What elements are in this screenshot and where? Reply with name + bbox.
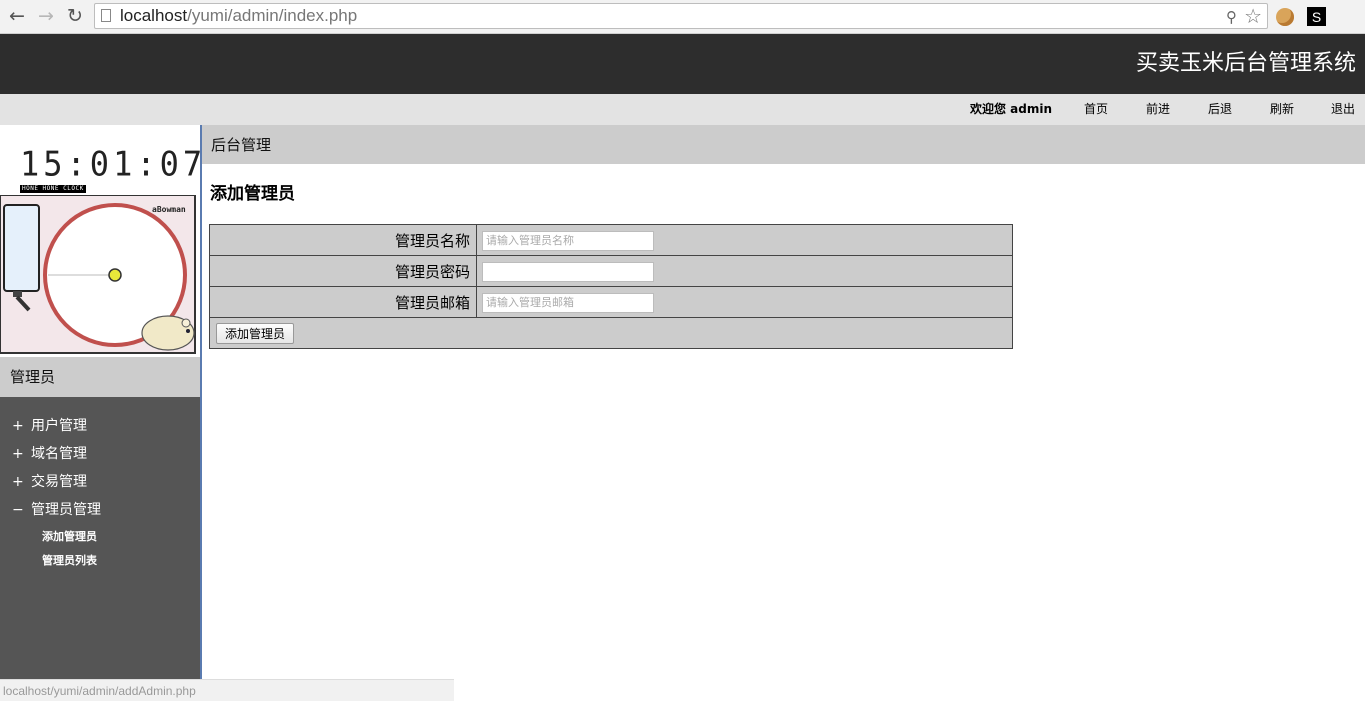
sidebar-item-label: 管理员管理 — [31, 502, 101, 518]
admin-name-input[interactable] — [482, 230, 654, 251]
admin-password-input[interactable] — [482, 261, 654, 282]
clock-time: 15:01:07 — [20, 144, 207, 184]
admin-email-label: 管理员邮箱 — [209, 286, 477, 318]
collapse-icon: − — [12, 502, 24, 518]
key-icon[interactable]: ⚲ — [1226, 8, 1237, 26]
browser-menu-icon[interactable] — [1339, 10, 1355, 24]
url-text: localhost/yumi/admin/index.php — [120, 6, 357, 26]
hamster-label: aBowman — [152, 205, 186, 214]
logout-link[interactable]: 退出 — [1331, 102, 1355, 116]
app-header: 买卖玉米后台管理系统 — [0, 34, 1365, 94]
cookie-extension-icon[interactable] — [1276, 8, 1294, 26]
url-host: localhost — [120, 6, 188, 25]
sidebar-item-user-management[interactable]: + 用户管理 — [12, 417, 87, 435]
app-title: 买卖玉米后台管理系统 — [1135, 51, 1356, 76]
form-row-password: 管理员密码 — [209, 255, 1013, 287]
forward-arrow-icon[interactable]: → — [35, 5, 57, 27]
sidebar-subitem-add-admin[interactable]: 添加管理员 — [42, 530, 97, 544]
page-icon — [101, 9, 111, 22]
form-row-email: 管理员邮箱 — [209, 286, 1013, 318]
form-row-name: 管理员名称 — [209, 224, 1013, 256]
browser-status-bar: localhost/yumi/admin/addAdmin.php — [0, 679, 454, 701]
admin-password-cell — [476, 255, 1013, 287]
breadcrumb-text: 后台管理 — [211, 136, 272, 154]
admin-name-cell — [476, 224, 1013, 256]
home-link[interactable]: 首页 — [1084, 102, 1108, 116]
expand-icon: + — [12, 418, 24, 434]
sidebar-section-title: 管理员 — [0, 357, 200, 397]
s-extension-icon[interactable]: S — [1307, 7, 1326, 26]
expand-icon: + — [12, 446, 24, 462]
sidebar-divider — [200, 125, 202, 701]
hamster-wheel-widget: aBowman — [0, 194, 200, 357]
back-arrow-icon[interactable]: ← — [6, 5, 28, 27]
add-admin-form: 管理员名称 管理员密码 管理员邮箱 添加管理员 — [209, 224, 1013, 349]
admin-password-label: 管理员密码 — [209, 255, 477, 287]
browser-toolbar: ← → ↻ localhost/yumi/admin/index.php ⚲ ☆… — [0, 0, 1365, 34]
status-url: localhost/yumi/admin/addAdmin.php — [3, 684, 196, 698]
sidebar-subitem-admin-list[interactable]: 管理员列表 — [42, 554, 97, 568]
admin-email-input[interactable] — [482, 292, 654, 313]
sidebar-item-label: 用户管理 — [31, 418, 87, 434]
sidebar-item-admin-management[interactable]: − 管理员管理 — [12, 501, 101, 519]
back-link[interactable]: 后退 — [1208, 102, 1232, 116]
url-path: /yumi/admin/index.php — [187, 6, 358, 25]
sidebar-item-label: 交易管理 — [31, 474, 87, 490]
welcome-text: 欢迎您 admin — [970, 102, 1053, 116]
forward-link[interactable]: 前进 — [1146, 102, 1170, 116]
admin-email-cell — [476, 286, 1013, 318]
page-title: 添加管理员 — [210, 184, 295, 204]
reload-icon[interactable]: ↻ — [64, 5, 86, 27]
clock-label: HONE HONE CLOCK — [20, 185, 86, 193]
expand-icon: + — [12, 474, 24, 490]
sidebar: 15:01:07 HONE HONE CLOCK aBowman 管理员 + 用户… — [0, 125, 202, 701]
sidebar-item-domain-management[interactable]: + 域名管理 — [12, 445, 87, 463]
sidebar-item-label: 域名管理 — [31, 446, 87, 462]
top-nav-bar: 欢迎您 admin 首页 前进 后退 刷新 退出 — [0, 94, 1365, 125]
section-title-text: 管理员 — [10, 368, 56, 386]
add-admin-button[interactable]: 添加管理员 — [216, 322, 295, 344]
hamster-wheel-illustration: aBowman — [0, 194, 196, 354]
bookmark-star-icon[interactable]: ☆ — [1244, 4, 1262, 28]
form-row-submit: 添加管理员 — [209, 317, 1013, 349]
breadcrumb: 后台管理 — [202, 125, 1365, 164]
hone-hone-clock: 15:01:07 HONE HONE CLOCK — [0, 125, 202, 195]
admin-name-label: 管理员名称 — [209, 224, 477, 256]
refresh-link[interactable]: 刷新 — [1270, 102, 1294, 116]
sidebar-item-trade-management[interactable]: + 交易管理 — [12, 473, 87, 491]
address-bar[interactable]: localhost/yumi/admin/index.php ⚲ ☆ — [94, 3, 1268, 29]
submit-cell: 添加管理员 — [209, 317, 1013, 349]
